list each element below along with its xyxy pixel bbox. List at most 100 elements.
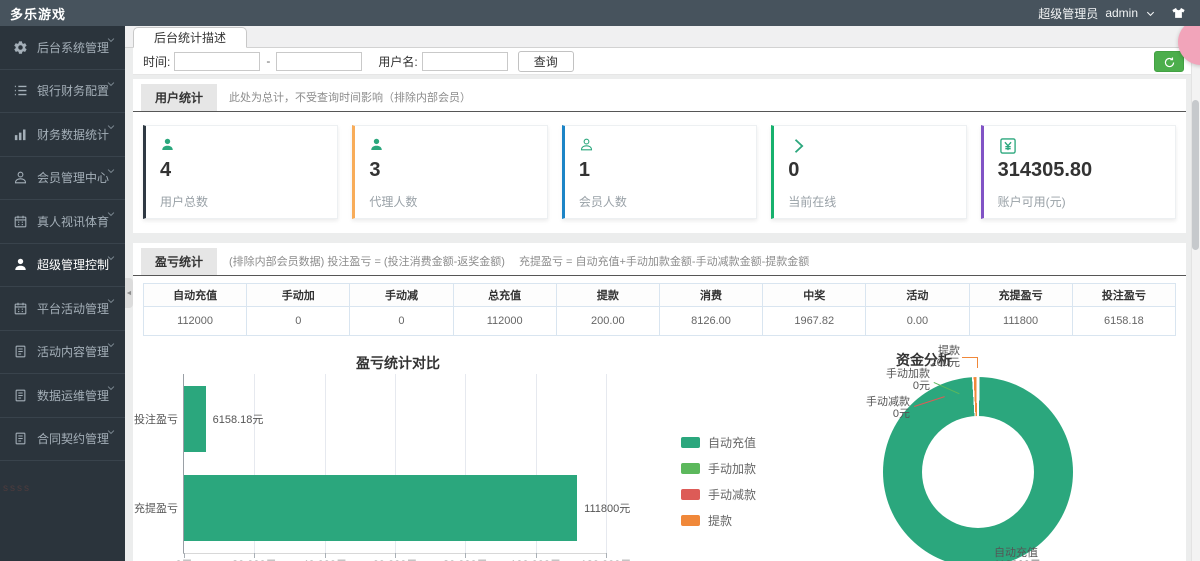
axis-tick-label: 60,000元 bbox=[373, 556, 418, 561]
table-value-cell: 200.00 bbox=[556, 307, 659, 336]
pie-slice-label-1: 手动加款0元 bbox=[886, 368, 930, 392]
table-header-cell: 消费 bbox=[659, 284, 762, 307]
query-button[interactable]: 查询 bbox=[518, 51, 574, 72]
table-value-cell: 8126.00 bbox=[659, 307, 762, 336]
profit-stats-note: (排除内部会员数据) 投注盈亏 = (投注消费金额-返奖金额) 充提盈亏 = 自… bbox=[229, 253, 809, 275]
file-icon bbox=[13, 344, 28, 359]
scrollbar-thumb[interactable] bbox=[1192, 100, 1199, 250]
pie-slice-name: 提款 bbox=[931, 345, 960, 357]
pie-slice-value: 0元 bbox=[886, 380, 930, 392]
theme-shirt-icon[interactable] bbox=[1171, 7, 1186, 20]
time-from-input[interactable] bbox=[174, 52, 260, 71]
stat-card-4: 314305.80账户可用(元) bbox=[981, 125, 1176, 219]
sidebar-item-6[interactable]: 平台活动管理 bbox=[0, 287, 125, 331]
axis-tick-label: 120,000元 bbox=[581, 556, 632, 561]
sidebar-collapse-handle[interactable]: ◄ bbox=[125, 278, 133, 308]
chevron-down-icon bbox=[106, 163, 116, 181]
sidebar-menu: 后台系统管理银行财务配置财务数据统计会员管理中心真人视讯体育超级管理控制平台活动… bbox=[0, 26, 125, 461]
user-role: 超级管理员 bbox=[1038, 5, 1098, 22]
time-to-input[interactable] bbox=[276, 52, 362, 71]
sidebar-item-label: 会员管理中心 bbox=[37, 169, 109, 186]
sidebar-item-label: 数据运维管理 bbox=[37, 387, 109, 404]
username-input[interactable] bbox=[422, 52, 508, 71]
stat-card-1: 3代理人数 bbox=[352, 125, 547, 219]
calendar-icon bbox=[13, 301, 28, 316]
pie-slice-label-0: 自动充值112000元 bbox=[994, 547, 1041, 561]
sidebar-footnote: ssss bbox=[0, 483, 125, 494]
sidebar-item-0[interactable]: 后台系统管理 bbox=[0, 26, 125, 70]
pie-leader-line bbox=[962, 357, 978, 368]
funds-pie-chart: 资金分析 自动充值112000元手动加款0元手动减款0元提款200元 bbox=[838, 344, 1198, 561]
scrollbar-track[interactable] bbox=[1191, 48, 1200, 561]
brand-logo: 多乐游戏 bbox=[10, 4, 66, 23]
stat-card-label: 会员人数 bbox=[579, 193, 742, 210]
table-value-cell: 0 bbox=[247, 307, 350, 336]
username-label: 用户名: bbox=[378, 53, 417, 70]
sidebar-item-9[interactable]: 合同契约管理 bbox=[0, 418, 125, 462]
legend-item-3[interactable]: 提款 bbox=[681, 512, 756, 529]
table-header-cell: 手动减 bbox=[350, 284, 453, 307]
table-value-cell: 0 bbox=[350, 307, 453, 336]
refresh-icon bbox=[1163, 54, 1176, 68]
stat-cards-row: 4用户总数3代理人数1会员人数0当前在线314305.80账户可用(元) bbox=[133, 112, 1186, 219]
sidebar-item-4[interactable]: 真人视讯体育 bbox=[0, 200, 125, 244]
stat-card-value: 4 bbox=[160, 159, 323, 182]
donut-hole bbox=[922, 416, 1034, 528]
sidebar-item-8[interactable]: 数据运维管理 bbox=[0, 374, 125, 418]
sidebar-item-label: 后台系统管理 bbox=[37, 39, 109, 56]
axis-tick-label: 20,000元 bbox=[232, 556, 277, 561]
refresh-button[interactable] bbox=[1154, 51, 1184, 72]
pie-slice-label-2: 手动减款0元 bbox=[866, 396, 910, 420]
axis-tick-label: 0元 bbox=[175, 556, 192, 561]
bar-0[interactable] bbox=[184, 386, 206, 452]
list-icon bbox=[13, 83, 28, 98]
file-icon bbox=[13, 388, 28, 403]
filter-bar: 时间: - 用户名: 查询 bbox=[133, 48, 1200, 75]
sidebar-item-1[interactable]: 银行财务配置 bbox=[0, 70, 125, 114]
legend-item-1[interactable]: 手动加款 bbox=[681, 460, 756, 477]
range-separator: - bbox=[266, 54, 270, 68]
sidebar-item-7[interactable]: 活动内容管理 bbox=[0, 331, 125, 375]
user-stats-header: 用户统计 此处为总计，不受查询时间影响（排除内部会员） bbox=[133, 79, 1186, 112]
profit-table: 自动充值手动加手动减总充值提款消费中奖活动充提盈亏投注盈亏 1120000011… bbox=[143, 283, 1176, 336]
stat-card-label: 账户可用(元) bbox=[998, 193, 1161, 210]
sidebar-item-2[interactable]: 财务数据统计 bbox=[0, 113, 125, 157]
table-value-cell: 112000 bbox=[453, 307, 556, 336]
chart-legend: 自动充值手动加款手动减款提款 bbox=[681, 434, 756, 529]
table-value-cell: 112000 bbox=[144, 307, 247, 336]
table-header-cell: 手动加 bbox=[247, 284, 350, 307]
file-icon bbox=[13, 431, 28, 446]
table-value-cell: 111800 bbox=[969, 307, 1072, 336]
user-name: admin bbox=[1105, 6, 1138, 20]
legend-swatch bbox=[681, 463, 700, 474]
tab-backend-stats[interactable]: 后台统计描述 bbox=[133, 27, 247, 48]
user-filled-icon bbox=[160, 136, 323, 156]
gridline bbox=[606, 374, 607, 553]
axis-tick-label: 100,000元 bbox=[510, 556, 561, 561]
chevron-down-icon bbox=[106, 337, 116, 355]
sidebar-item-5[interactable]: 超级管理控制 bbox=[0, 244, 125, 288]
legend-item-0[interactable]: 自动充值 bbox=[681, 434, 756, 451]
stat-card-label: 当前在线 bbox=[788, 193, 951, 210]
legend-item-2[interactable]: 手动减款 bbox=[681, 486, 756, 503]
table-header-cell: 活动 bbox=[866, 284, 969, 307]
stat-card-label: 代理人数 bbox=[369, 193, 532, 210]
user-outline-icon bbox=[13, 170, 28, 185]
pie-slice-name: 手动减款 bbox=[866, 396, 910, 408]
chevron-down-icon bbox=[106, 32, 116, 50]
pie-slice-name: 手动加款 bbox=[886, 368, 930, 380]
axis-tick-label: 80,000元 bbox=[443, 556, 488, 561]
bar-1[interactable] bbox=[184, 475, 577, 541]
calendar-icon bbox=[13, 214, 28, 229]
user-menu[interactable]: 超级管理员 admin bbox=[1038, 5, 1186, 22]
sidebar-item-label: 超级管理控制 bbox=[37, 256, 109, 273]
chevron-down-icon bbox=[106, 293, 116, 311]
pie-slice-value: 200元 bbox=[931, 357, 960, 369]
table-value-cell: 0.00 bbox=[866, 307, 969, 336]
profit-stats-title: 盈亏统计 bbox=[141, 248, 217, 275]
sidebar-item-3[interactable]: 会员管理中心 bbox=[0, 157, 125, 201]
chevron-down-icon bbox=[106, 380, 116, 398]
chevron-right-icon bbox=[788, 136, 951, 156]
stat-card-label: 用户总数 bbox=[160, 193, 323, 210]
sidebar-item-label: 真人视讯体育 bbox=[37, 213, 109, 230]
